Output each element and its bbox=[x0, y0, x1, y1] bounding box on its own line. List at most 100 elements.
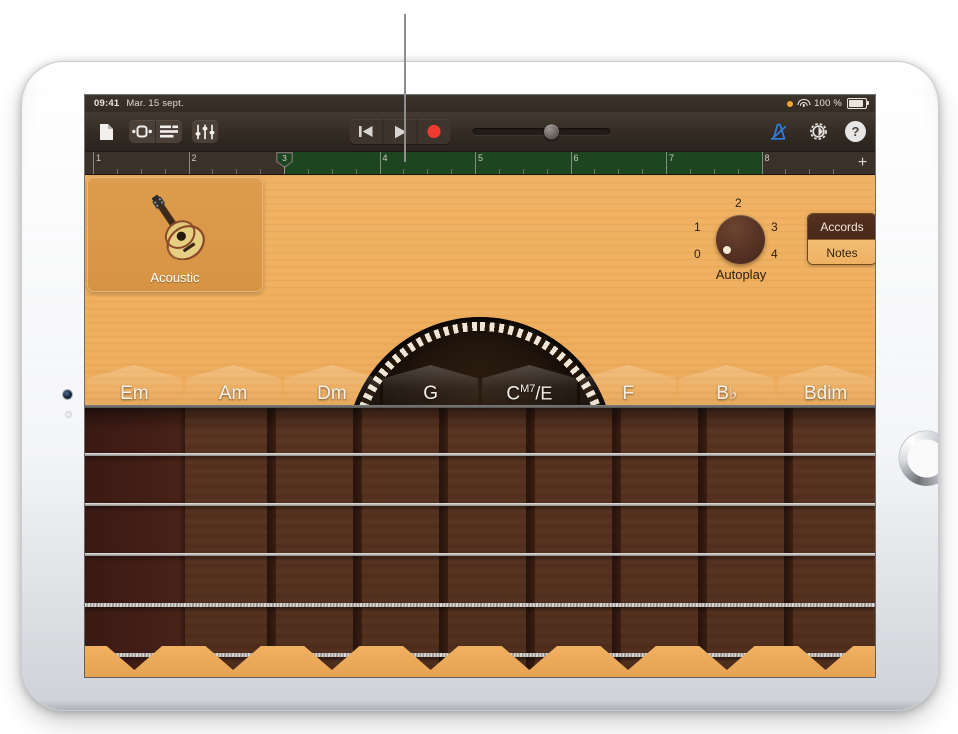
main-toolbar: ? bbox=[85, 112, 875, 152]
guitar-instrument-area: Acoustic 0 1 2 3 4 Autoplay Accords bbox=[85, 175, 875, 677]
help-button[interactable]: ? bbox=[845, 121, 866, 142]
chord-pad-label: G bbox=[383, 383, 479, 405]
loop-browser-button[interactable] bbox=[129, 120, 155, 143]
battery-percent-label: 100 % bbox=[814, 98, 842, 109]
rewind-icon bbox=[359, 125, 374, 138]
toolbar-center-group bbox=[350, 119, 611, 144]
loop-cell-icon bbox=[132, 125, 152, 138]
gear-icon bbox=[808, 121, 829, 142]
ruler-sub-tick bbox=[117, 169, 118, 174]
playhead-stem bbox=[284, 166, 285, 174]
metronome-icon bbox=[769, 123, 788, 141]
chord-pad-label: B♭ bbox=[679, 383, 775, 405]
guitar-string[interactable] bbox=[85, 553, 875, 556]
ruler-sub-tick bbox=[523, 169, 524, 174]
battery-icon bbox=[847, 98, 867, 109]
chord-pad[interactable]: CM7/E bbox=[482, 359, 578, 417]
ruler-sub-tick bbox=[308, 169, 309, 174]
chord-pad-label: Dm bbox=[284, 383, 380, 405]
track-list-icon bbox=[160, 125, 178, 138]
ruler-sub-tick bbox=[714, 169, 715, 174]
chord-suffix: ♭ bbox=[729, 383, 738, 403]
ruler-sub-tick bbox=[451, 169, 452, 174]
chord-pad-label: Bdim bbox=[778, 383, 874, 405]
settings-button[interactable] bbox=[805, 120, 831, 143]
ruler-bar-number: 8 bbox=[762, 153, 770, 163]
acoustic-guitar-icon bbox=[127, 184, 223, 260]
status-bar-right: 100 % bbox=[787, 98, 867, 109]
autoplay-label: Autoplay bbox=[691, 267, 791, 282]
record-button[interactable] bbox=[417, 119, 451, 144]
ruler-sub-tick bbox=[833, 169, 834, 174]
fretboard[interactable] bbox=[85, 405, 875, 677]
ruler-sub-tick bbox=[212, 169, 213, 174]
play-button[interactable] bbox=[383, 119, 417, 144]
slider-knob[interactable] bbox=[544, 124, 559, 139]
ruler-bar-number: 2 bbox=[189, 153, 197, 163]
chord-pad[interactable]: F bbox=[580, 359, 676, 417]
timeline-ruler[interactable]: 12345678 3 + bbox=[85, 152, 875, 175]
master-volume-slider[interactable] bbox=[473, 123, 611, 140]
status-time: 09:41 bbox=[94, 98, 119, 109]
chords-notes-switch: Accords Notes bbox=[807, 213, 875, 265]
ruler-sub-tick bbox=[356, 169, 357, 174]
guitar-string[interactable] bbox=[85, 503, 875, 506]
ruler-sub-tick bbox=[141, 169, 142, 174]
autoplay-tick-4: 4 bbox=[771, 247, 778, 261]
document-button[interactable] bbox=[93, 120, 119, 143]
autoplay-tick-0: 0 bbox=[694, 247, 701, 261]
playhead[interactable]: 3 bbox=[276, 152, 293, 174]
chord-suffix: /E bbox=[535, 383, 552, 403]
ruler-sub-tick bbox=[499, 169, 500, 174]
chord-pad[interactable]: Dm bbox=[284, 359, 380, 417]
ruler-sub-tick bbox=[165, 169, 166, 174]
body-edge-zigzag bbox=[85, 628, 875, 677]
chord-pad[interactable]: Em bbox=[87, 359, 183, 417]
autoplay-tick-2: 2 bbox=[735, 196, 742, 210]
autoplay-knob[interactable] bbox=[716, 215, 765, 264]
ruler-sub-tick bbox=[427, 169, 428, 174]
transport-controls bbox=[350, 119, 451, 144]
add-track-button[interactable]: + bbox=[854, 154, 871, 171]
track-view-button[interactable] bbox=[155, 120, 182, 143]
home-button[interactable] bbox=[901, 433, 938, 483]
ruler-bar-number: 6 bbox=[571, 153, 579, 163]
mode-option-accords[interactable]: Accords bbox=[808, 214, 875, 239]
status-bar-left: 09:41 Mar. 15 sept. bbox=[94, 98, 184, 109]
rewind-button[interactable] bbox=[350, 119, 383, 144]
ruler-sub-tick bbox=[642, 169, 643, 174]
ruler-sub-tick bbox=[547, 169, 548, 174]
ipad-screen: 09:41 Mar. 15 sept. 100 % bbox=[85, 95, 875, 677]
screenshot-root: 09:41 Mar. 15 sept. 100 % bbox=[0, 0, 958, 734]
guitar-string[interactable] bbox=[85, 453, 875, 456]
toolbar-right-group: ? bbox=[765, 120, 866, 143]
ruler-sub-tick bbox=[785, 169, 786, 174]
chord-pad-label: Am bbox=[185, 383, 281, 405]
guitar-string[interactable] bbox=[85, 603, 875, 607]
metronome-button[interactable] bbox=[765, 120, 791, 143]
recording-indicator-icon bbox=[787, 101, 793, 107]
ruler-sub-tick bbox=[332, 169, 333, 174]
ruler-sub-tick bbox=[738, 169, 739, 174]
status-date: Mar. 15 sept. bbox=[126, 98, 184, 109]
toolbar-mixer-group bbox=[192, 120, 218, 143]
record-icon bbox=[427, 124, 442, 139]
chord-pad[interactable]: Am bbox=[185, 359, 281, 417]
wifi-icon bbox=[798, 99, 809, 108]
slider-track bbox=[473, 128, 611, 135]
mixer-button[interactable] bbox=[192, 120, 218, 143]
instrument-card-acoustic[interactable]: Acoustic bbox=[87, 177, 263, 292]
instrument-name-label: Acoustic bbox=[150, 270, 199, 285]
ruler-sub-tick bbox=[236, 169, 237, 174]
ruler-sub-tick bbox=[403, 169, 404, 174]
chord-pad[interactable]: Bdim bbox=[778, 359, 874, 417]
mixer-sliders-icon bbox=[195, 124, 215, 140]
mode-option-notes[interactable]: Notes bbox=[808, 239, 875, 265]
chord-pad[interactable]: G bbox=[383, 359, 479, 417]
chord-pad-label: CM7/E bbox=[482, 383, 578, 405]
playhead-bar-label: 3 bbox=[276, 153, 293, 163]
autoplay-knob-indicator bbox=[723, 246, 731, 254]
autoplay-control: 0 1 2 3 4 Autoplay bbox=[691, 195, 791, 293]
chord-pad[interactable]: B♭ bbox=[679, 359, 775, 417]
callout-leader-line bbox=[404, 14, 406, 162]
